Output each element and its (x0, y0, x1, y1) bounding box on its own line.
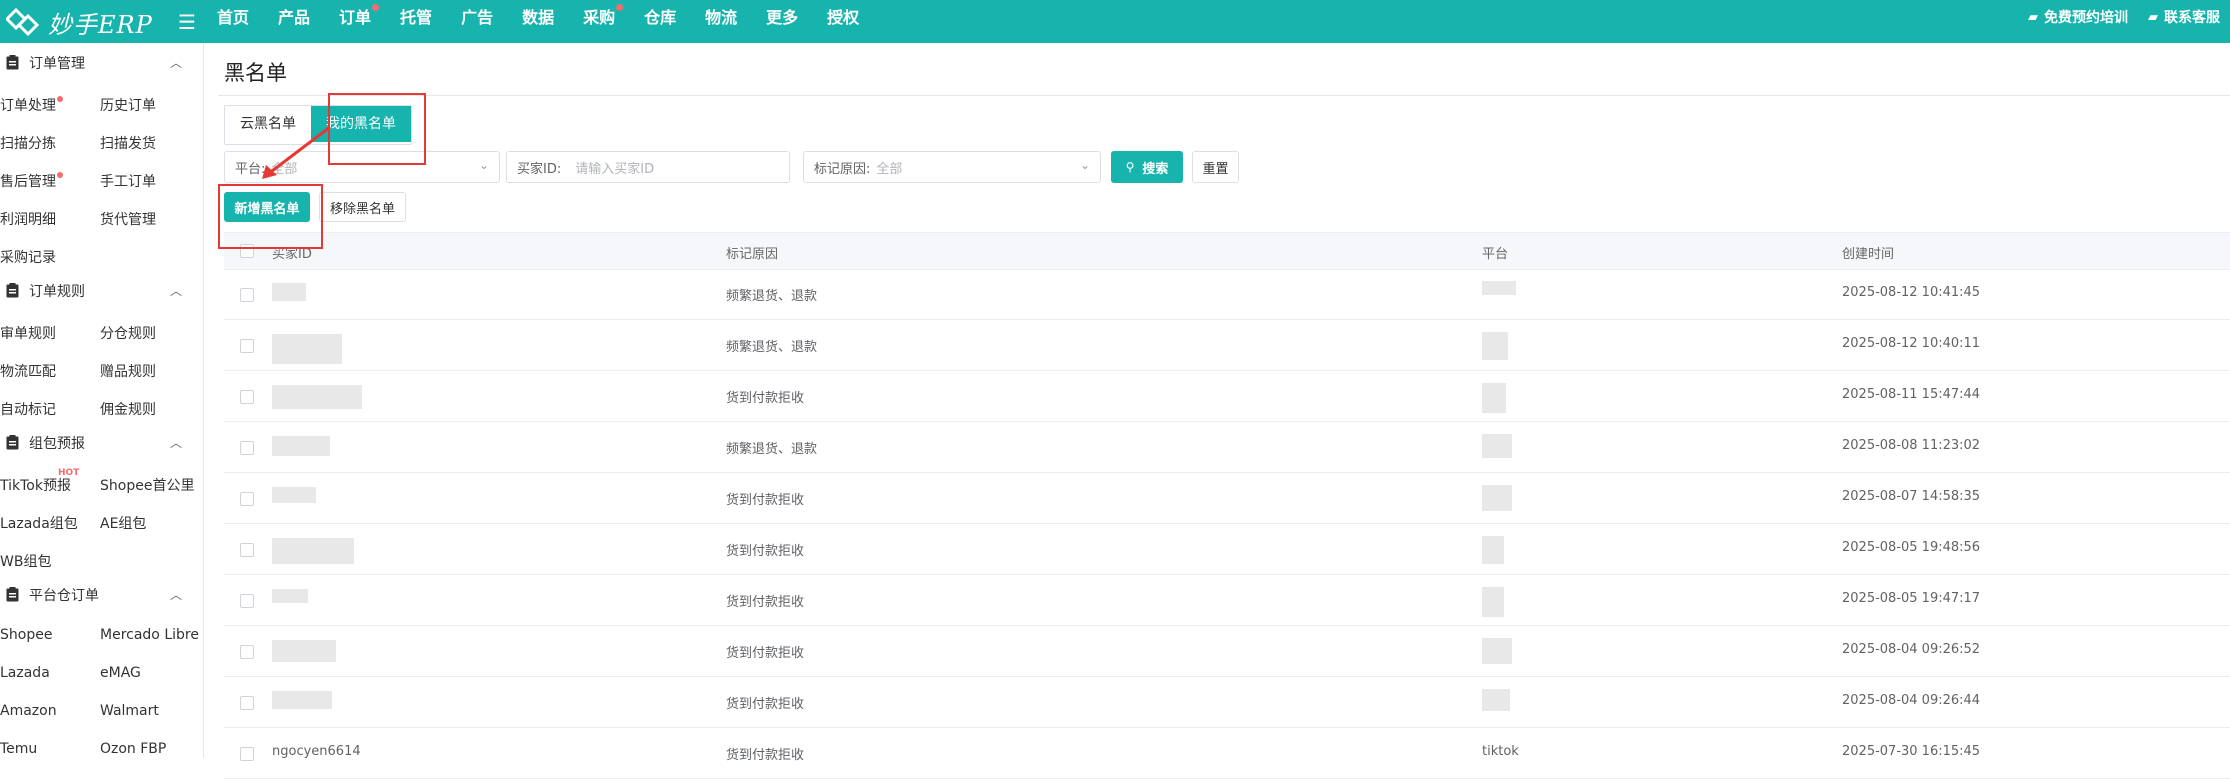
annotation-arrow (262, 125, 331, 179)
